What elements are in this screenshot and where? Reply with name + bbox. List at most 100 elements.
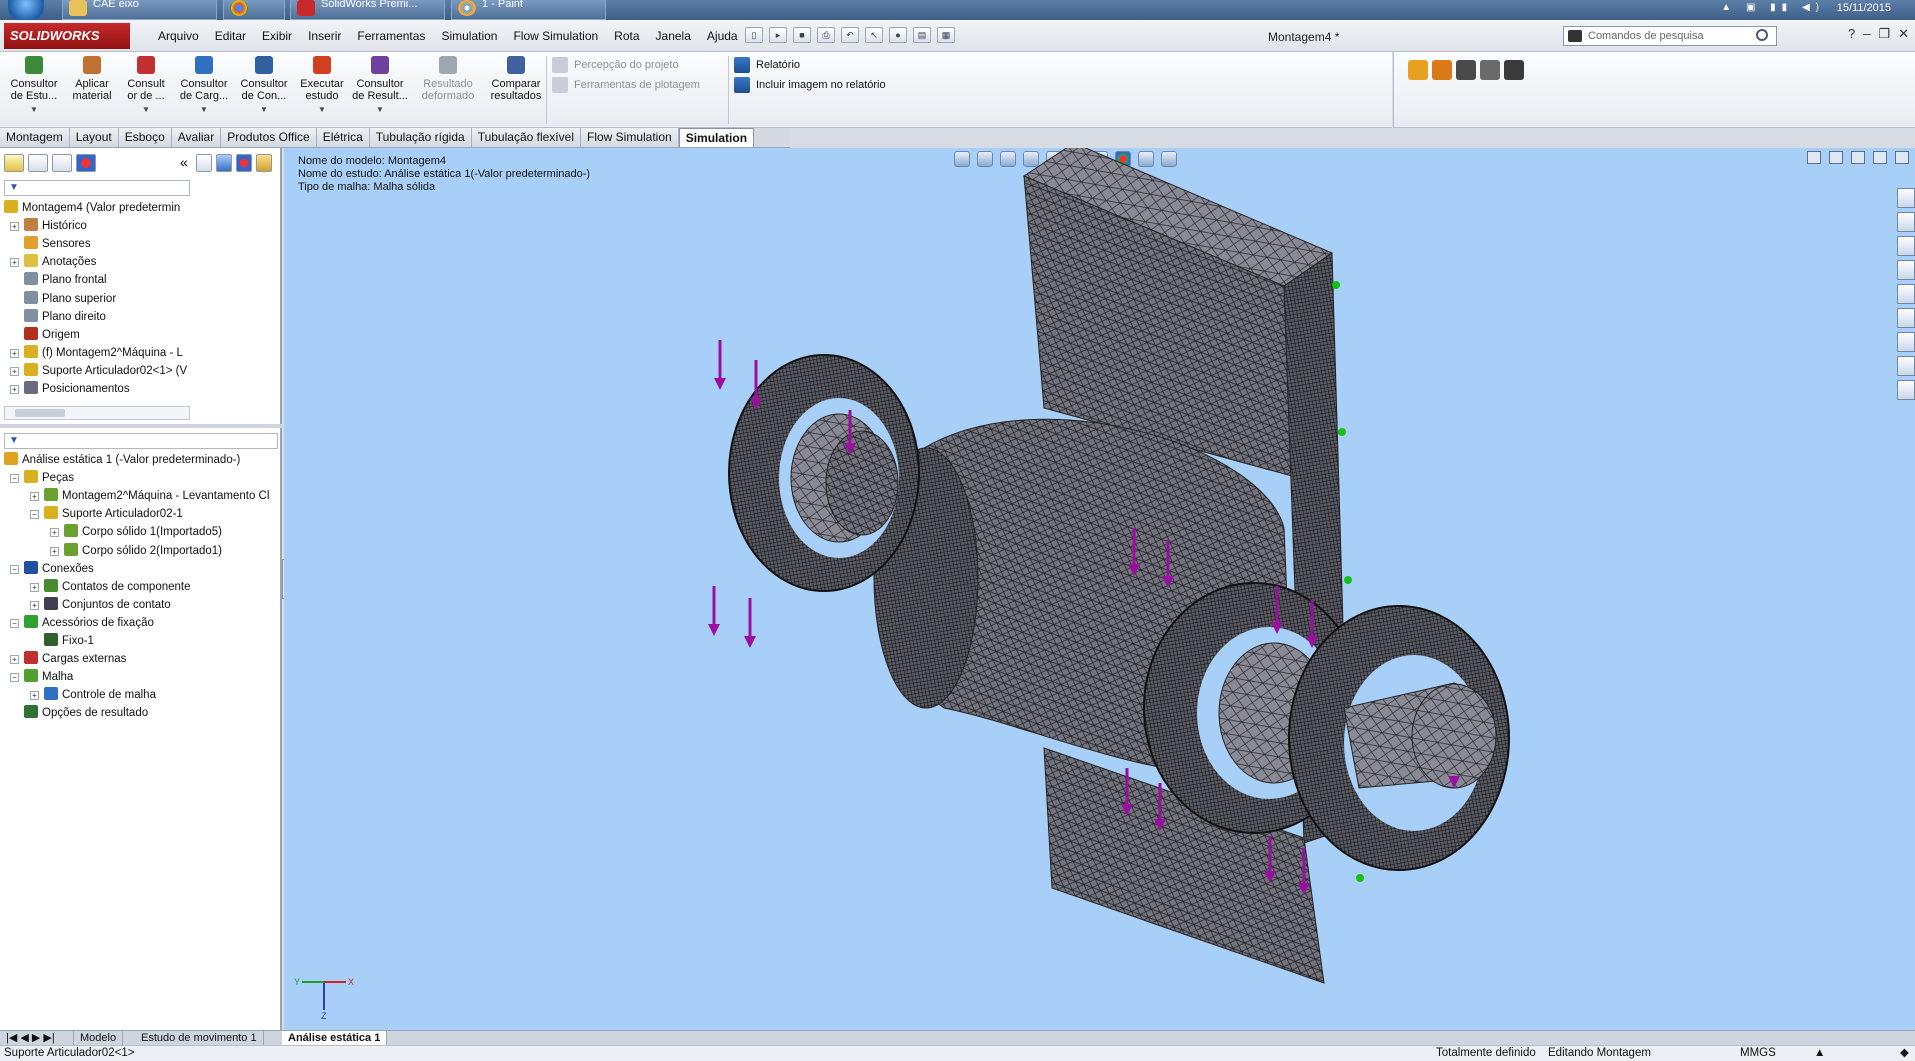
menu-item-flow-simulation[interactable]: Flow Simulation xyxy=(505,29,606,43)
collapse-icon[interactable]: − xyxy=(10,673,19,683)
sim-tree-item[interactable]: Fixo-1 xyxy=(44,633,94,649)
expand-icon[interactable]: + xyxy=(30,582,39,592)
sim-tree-item[interactable]: + Contatos de componente xyxy=(30,578,191,595)
tab-montagem[interactable]: Montagem xyxy=(0,128,70,147)
graphics-viewport[interactable]: Nome do modelo: Montagem4 Nome do estudo… xyxy=(284,148,1915,1030)
collapse-icon[interactable]: − xyxy=(10,564,19,574)
ribbon-button-apply-material[interactable]: Aplicar material xyxy=(64,54,120,102)
sim-tree-item[interactable]: − Conexões xyxy=(10,560,94,577)
tab-static-study[interactable]: Análise estática 1 xyxy=(282,1031,388,1046)
chevron-down-icon[interactable]: ▼ xyxy=(294,104,350,116)
chevron-down-icon[interactable]: ▼ xyxy=(118,104,174,116)
feature-tree-item[interactable]: + Histórico xyxy=(10,218,87,234)
open-icon[interactable]: ▸ xyxy=(769,27,787,43)
taskbar-clock[interactable]: 15/11/2015 xyxy=(1837,2,1891,14)
ribbon-button-connections-advisor[interactable]: Consultor de Con... ▼ xyxy=(236,54,292,116)
taskbar-item-chrome[interactable] xyxy=(223,0,285,20)
sim-tree-item[interactable]: − Peças xyxy=(10,470,74,486)
taskbar-item-cae-eixo[interactable]: CAE eixo xyxy=(62,0,217,20)
tab-esboço[interactable]: Esboço xyxy=(118,128,172,147)
report-button[interactable]: Relatório xyxy=(732,56,800,74)
tab-avaliar[interactable]: Avaliar xyxy=(171,128,222,147)
tab-flow-simulation[interactable]: Flow Simulation xyxy=(580,128,679,147)
expand-icon[interactable]: + xyxy=(30,691,39,701)
collapse-panel-icon[interactable]: « xyxy=(180,154,188,170)
tab-tubulação-flexível[interactable]: Tubulação flexível xyxy=(471,128,581,147)
feature-tree-item[interactable]: + Suporte Articulador02<1> (V xyxy=(10,362,187,379)
tab-tubulação-rígida[interactable]: Tubulação rígida xyxy=(369,128,472,147)
tab-layout[interactable]: Layout xyxy=(69,128,119,147)
tab-produtos-office[interactable]: Produtos Office xyxy=(221,128,317,147)
sim-tree-item[interactable]: + Cargas externas xyxy=(10,651,126,667)
minimize-icon[interactable]: – xyxy=(1863,26,1870,42)
expand-icon[interactable]: + xyxy=(50,546,59,556)
feature-tree-item[interactable]: + (f) Montagem2^Máquina - L xyxy=(10,344,183,361)
scroll-thumb[interactable] xyxy=(15,409,65,417)
sim-tool-icon[interactable] xyxy=(196,154,212,172)
expand-icon[interactable]: + xyxy=(30,600,39,610)
ribbon-button-study-advisor[interactable]: Consultor de Estu... ▼ xyxy=(6,54,62,116)
new-document-icon[interactable]: ▯ xyxy=(745,27,763,43)
tab-simulation[interactable]: Simulation xyxy=(678,128,755,147)
rebuild-icon[interactable]: ● xyxy=(889,27,907,43)
menu-item-arquivo[interactable]: Arquivo xyxy=(150,29,207,43)
plot-tools-button[interactable]: Ferramentas de plotagem xyxy=(550,76,700,94)
feature-tree-item[interactable]: Plano superior xyxy=(24,290,116,307)
feature-tree-filter[interactable]: ▼ xyxy=(4,180,190,196)
system-tray[interactable]: ▲ ▣ ▮▮ ◀) xyxy=(1721,2,1825,13)
close-icon[interactable]: ✕ xyxy=(1898,26,1909,42)
taskbar-item-paint[interactable]: 1 - Paint xyxy=(451,0,606,20)
route-tool-icon[interactable] xyxy=(1408,60,1428,80)
sim-tree-item[interactable]: + Controle de malha xyxy=(30,687,156,703)
expand-icon[interactable]: + xyxy=(10,348,19,358)
ribbon-button-deformed-result[interactable]: Resultado deformado xyxy=(420,54,476,102)
chevron-down-icon[interactable]: ▼ xyxy=(236,104,292,116)
file-properties-icon[interactable]: ▤ xyxy=(913,27,931,43)
ribbon-button-run-study[interactable]: Executar estudo ▼ xyxy=(294,54,350,116)
expand-icon[interactable]: + xyxy=(10,385,19,394)
feature-tree-item[interactable]: + Posicionamentos xyxy=(10,381,130,397)
sim-tree-item[interactable]: + Conjuntos de contato xyxy=(30,596,171,613)
feature-tree-item[interactable]: + Anotações xyxy=(10,254,96,270)
ribbon-button-loads-advisor[interactable]: Consultor de Carg... ▼ xyxy=(176,54,232,116)
sim-tree-item[interactable]: − Malha xyxy=(10,669,73,685)
sim-tree-item[interactable]: Opções de resultado xyxy=(24,705,148,721)
sim-tree-item[interactable]: − Acessórios de fixação xyxy=(10,614,154,631)
ribbon-button-results-advisor[interactable]: Consultor de Result... ▼ xyxy=(352,54,408,116)
feature-tree-item[interactable]: Origem xyxy=(24,326,80,343)
expand-icon[interactable]: + xyxy=(30,492,39,502)
meshed-model[interactable] xyxy=(284,148,1915,1030)
ribbon-button-compare-results[interactable]: Comparar resultados xyxy=(488,54,544,102)
expand-icon[interactable]: + xyxy=(10,222,19,232)
rebuild-status-icon[interactable]: ◆ xyxy=(1900,1046,1909,1061)
right-bearing-outer[interactable] xyxy=(1288,605,1510,871)
menu-item-exibir[interactable]: Exibir xyxy=(254,29,300,43)
sim-tree-item[interactable]: + Corpo sólido 2(Importado1) xyxy=(50,542,222,559)
route-tool-icon[interactable] xyxy=(1456,60,1476,80)
configuration-manager-icon[interactable] xyxy=(52,154,72,172)
collapse-icon[interactable]: − xyxy=(30,510,39,520)
route-tool-icon[interactable] xyxy=(1504,60,1524,80)
tab-elétrica[interactable]: Elétrica xyxy=(316,128,370,147)
simulation-tree-filter[interactable]: ▼ xyxy=(4,433,278,449)
menu-item-ferramentas[interactable]: Ferramentas xyxy=(349,29,433,43)
expand-icon[interactable]: + xyxy=(50,528,59,538)
route-tool-icon[interactable] xyxy=(1432,60,1452,80)
sim-tool-icon[interactable] xyxy=(256,154,272,172)
tab-modelo[interactable]: Modelo xyxy=(74,1031,124,1046)
restore-icon[interactable]: ❐ xyxy=(1878,26,1890,42)
property-manager-icon[interactable] xyxy=(28,154,48,172)
menu-item-simulation[interactable]: Simulation xyxy=(433,29,505,43)
collapse-icon[interactable]: − xyxy=(10,474,19,484)
chevron-down-icon[interactable]: ▼ xyxy=(6,104,62,116)
feature-tree-item[interactable]: Montagem4 (Valor predetermin xyxy=(4,200,180,216)
expand-icon[interactable]: + xyxy=(10,655,19,665)
expand-icon[interactable]: + xyxy=(10,258,19,268)
search-commands-input[interactable]: Comandos de pesquisa xyxy=(1563,26,1777,46)
collapse-icon[interactable]: − xyxy=(10,618,19,628)
panel-splitter[interactable] xyxy=(0,424,282,428)
sim-tool-icon[interactable] xyxy=(236,154,252,172)
menu-item-ajuda[interactable]: Ajuda xyxy=(699,29,746,43)
ribbon-button-fixtures-advisor[interactable]: Consult or de ... ▼ xyxy=(118,54,174,116)
status-units[interactable]: MMGS xyxy=(1740,1046,1776,1061)
